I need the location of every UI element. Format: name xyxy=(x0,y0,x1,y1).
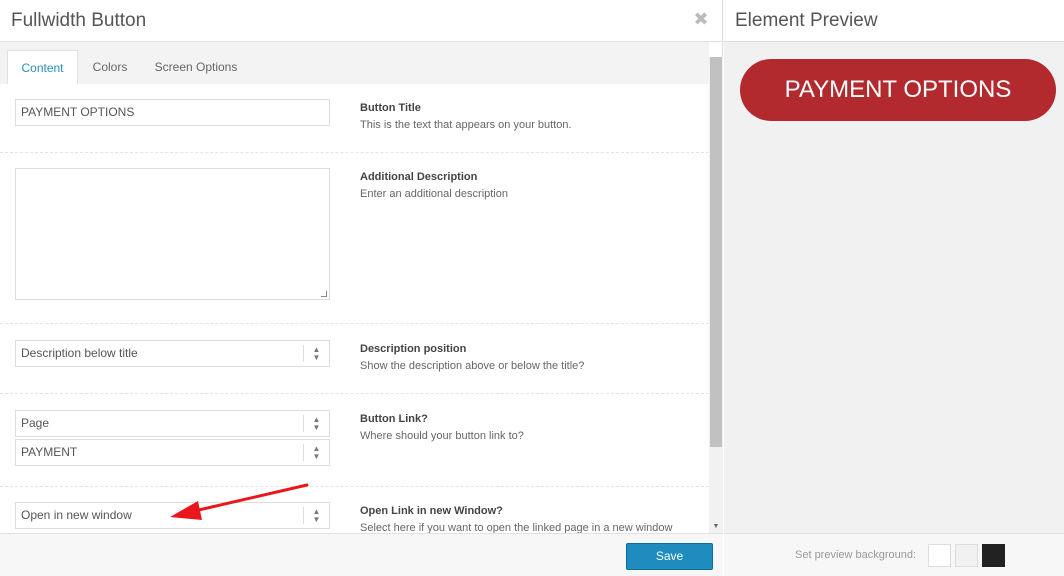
button-link-desc: Where should your button link to? xyxy=(360,430,524,442)
tab-content[interactable]: Content xyxy=(7,50,78,84)
row-open-new-window: Open in new window ▲ ▼ Open Link in new W… xyxy=(0,487,709,533)
open-new-window-label: Open Link in new Window? xyxy=(360,505,503,517)
button-title-input[interactable]: PAYMENT OPTIONS xyxy=(15,99,330,126)
button-link-page-select[interactable]: PAYMENT ▲ ▼ xyxy=(15,439,330,466)
open-new-window-desc: Select here if you want to open the link… xyxy=(360,522,673,533)
editor-modal: Fullwidth Button ✖ Content Colors Screen… xyxy=(0,0,723,576)
resize-handle-icon[interactable] xyxy=(321,291,327,297)
save-button[interactable]: Save xyxy=(626,543,713,570)
select-updown-icon: ▲ ▼ xyxy=(303,345,329,362)
description-position-desc: Show the description above or below the … xyxy=(360,360,585,372)
background-swatch-white[interactable] xyxy=(928,544,951,567)
preview-header: Element Preview xyxy=(724,0,1064,42)
row-additional-description: Additional Description Enter an addition… xyxy=(0,153,709,324)
element-preview-panel: Element Preview PAYMENT OPTIONS Set prev… xyxy=(724,0,1064,576)
preview-background-label: Set preview background: xyxy=(795,549,917,561)
scroll-down-arrow-icon[interactable]: ▼ xyxy=(711,523,721,531)
preview-button: PAYMENT OPTIONS xyxy=(740,59,1056,121)
description-position-value: Description below title xyxy=(21,346,138,360)
open-new-window-select[interactable]: Open in new window ▲ ▼ xyxy=(15,502,330,529)
additional-description-textarea[interactable] xyxy=(15,168,330,300)
select-updown-icon: ▲ ▼ xyxy=(303,415,329,432)
tab-colors[interactable]: Colors xyxy=(84,50,136,84)
form-scroll-area: PAYMENT OPTIONS Button Title This is the… xyxy=(0,84,709,533)
background-swatch-dark[interactable] xyxy=(982,544,1005,567)
row-button-link: Page ▲ ▼ PAYMENT ▲ ▼ Button Link? Where sh… xyxy=(0,394,709,487)
button-link-page-value: PAYMENT xyxy=(21,445,78,459)
button-title-desc: This is the text that appears on your bu… xyxy=(360,119,572,131)
tab-bar: Content Colors Screen Options xyxy=(0,42,709,84)
modal-footer: Save xyxy=(0,533,723,576)
description-position-label: Description position xyxy=(360,343,467,355)
preview-footer: Set preview background: xyxy=(724,533,1064,576)
row-button-title: PAYMENT OPTIONS Button Title This is the… xyxy=(0,84,709,153)
form-scrollbar[interactable]: ▼ xyxy=(709,57,723,533)
button-link-type-select[interactable]: Page ▲ ▼ xyxy=(15,410,330,437)
modal-header: Fullwidth Button ✖ xyxy=(0,0,723,42)
modal-title: Fullwidth Button xyxy=(11,10,147,31)
button-title-label: Button Title xyxy=(360,102,421,114)
description-position-select[interactable]: Description below title ▲ ▼ xyxy=(15,340,330,367)
select-updown-icon: ▲ ▼ xyxy=(303,507,329,524)
additional-description-desc: Enter an additional description xyxy=(360,188,508,200)
row-description-position: Description below title ▲ ▼ Description p… xyxy=(0,324,709,394)
close-icon[interactable]: ✖ xyxy=(692,9,710,29)
select-updown-icon: ▲ ▼ xyxy=(303,444,329,461)
button-link-type-value: Page xyxy=(21,416,50,430)
open-new-window-value: Open in new window xyxy=(21,508,132,522)
tab-screen-options[interactable]: Screen Options xyxy=(146,50,246,84)
additional-description-label: Additional Description xyxy=(360,171,478,183)
button-link-label: Button Link? xyxy=(360,413,428,425)
preview-title: Element Preview xyxy=(735,10,878,31)
background-swatch-light[interactable] xyxy=(955,544,978,567)
scrollbar-thumb[interactable] xyxy=(710,57,722,447)
